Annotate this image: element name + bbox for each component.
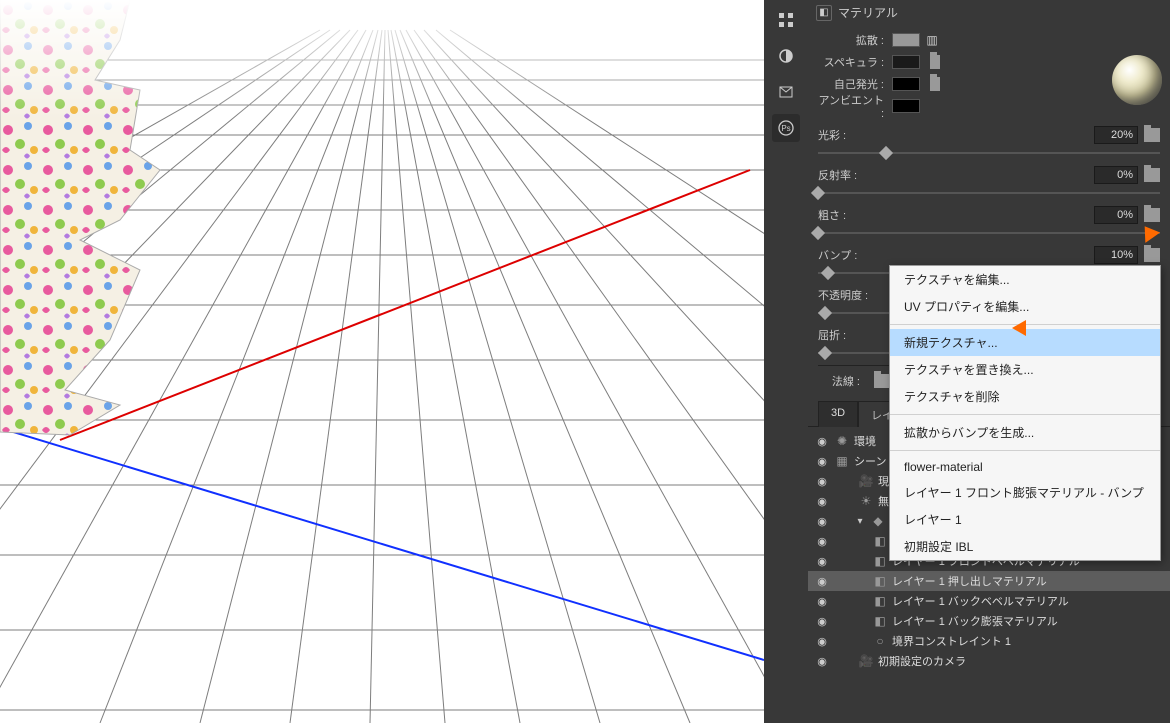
emissive-texture-icon[interactable] <box>924 76 940 92</box>
roughness-value[interactable]: 0% <box>1094 206 1138 224</box>
shine-folder-icon[interactable] <box>1144 128 1160 142</box>
twisty-icon[interactable]: ▾ <box>854 516 866 527</box>
material-node-icon: ◧ <box>872 534 888 548</box>
diffuse-label: 拡散 : <box>818 32 888 48</box>
reflection-label: 反射率 : <box>818 167 857 183</box>
diffuse-texture-icon[interactable]: ▥ <box>924 32 940 48</box>
scene-label: シーン <box>854 453 886 469</box>
menu-separator <box>890 450 1160 451</box>
ambient-swatch[interactable] <box>892 99 920 113</box>
visibility-toggle[interactable]: ◉ <box>814 455 830 468</box>
env-icon: ✺ <box>834 434 850 448</box>
normal-label: 法線 : <box>818 373 864 389</box>
visibility-toggle[interactable]: ◉ <box>814 615 830 628</box>
roughness-folder-icon[interactable] <box>1144 208 1160 222</box>
material-preview-sphere[interactable] <box>1112 55 1162 105</box>
roughness-label: 粗さ : <box>818 207 846 223</box>
menu-item-default-ibl[interactable]: 初期設定 IBL <box>890 533 1160 560</box>
visibility-toggle[interactable]: ◉ <box>814 595 830 608</box>
camera-icon: 🎥 <box>858 654 874 668</box>
visibility-toggle[interactable]: ◉ <box>814 555 830 568</box>
mode-icon-1[interactable] <box>772 6 800 34</box>
menu-separator <box>890 414 1160 415</box>
material-icon: ◧ <box>816 5 832 21</box>
visibility-toggle[interactable]: ◉ <box>814 655 830 668</box>
visibility-toggle[interactable]: ◉ <box>814 535 830 548</box>
roughness-slider[interactable] <box>818 227 1160 239</box>
material-node-icon: ◧ <box>872 594 888 608</box>
normal-folder-icon[interactable] <box>874 374 890 388</box>
visibility-toggle[interactable]: ◉ <box>814 475 830 488</box>
env-label: 環境 <box>854 433 876 449</box>
tree-item-back-bevel[interactable]: ◉ ◧ レイヤー 1 バックベベルマテリアル <box>808 591 1170 611</box>
material-node-icon: ◧ <box>872 574 888 588</box>
specular-swatch[interactable] <box>892 55 920 69</box>
tab-3d[interactable]: 3D <box>818 401 858 427</box>
material-header: ◧ マテリアル <box>808 0 1170 25</box>
mode-icon-2[interactable] <box>772 42 800 70</box>
visibility-toggle[interactable]: ◉ <box>814 495 830 508</box>
menu-item-flower-material[interactable]: flower-material <box>890 455 1160 479</box>
tree-item-default-camera[interactable]: ◉ 🎥 初期設定のカメラ <box>808 651 1170 671</box>
camera-icon: 🎥 <box>858 474 874 488</box>
specular-texture-icon[interactable] <box>924 54 940 70</box>
ambient-label: アンビエント : <box>818 92 888 120</box>
mesh-icon: ◆ <box>870 514 886 528</box>
material-node-icon: ◧ <box>872 614 888 628</box>
tree-item-back-inflate[interactable]: ◉ ◧ レイヤー 1 バック膨張マテリアル <box>808 611 1170 631</box>
diffuse-swatch[interactable] <box>892 33 920 47</box>
tree-item-boundary[interactable]: ◉ ○ 境界コンストレイント 1 <box>808 631 1170 651</box>
panel-mode-strip: Ps <box>764 0 808 723</box>
menu-item-edit-texture[interactable]: テクスチャを編集... <box>890 266 1160 293</box>
bump-label: バンプ : <box>818 247 857 263</box>
emissive-label: 自己発光 : <box>818 76 888 92</box>
bump-value[interactable]: 10% <box>1094 246 1138 264</box>
tree-item-extrusion[interactable]: ◉ ◧ レイヤー 1 押し出しマテリアル <box>808 571 1170 591</box>
menu-item-generate-bump[interactable]: 拡散からバンプを生成... <box>890 419 1160 446</box>
material-title: マテリアル <box>838 4 898 21</box>
svg-text:Ps: Ps <box>781 124 790 133</box>
mode-icon-3[interactable] <box>772 78 800 106</box>
menu-item-remove-texture[interactable]: テクスチャを削除 <box>890 383 1160 410</box>
annotation-arrow-bump-folder <box>1140 223 1170 259</box>
bump-context-menu: テクスチャを編集... UV プロパティを編集... 新規テクスチャ... テク… <box>889 265 1161 561</box>
menu-item-edit-uv[interactable]: UV プロパティを編集... <box>890 293 1160 320</box>
scene-icon: ▦ <box>834 454 850 468</box>
shine-label: 光彩 : <box>818 127 846 143</box>
shine-value[interactable]: 20% <box>1094 126 1138 144</box>
shine-slider[interactable] <box>818 147 1160 159</box>
menu-item-layer1[interactable]: レイヤー 1 <box>890 506 1160 533</box>
refraction-label: 屈折 : <box>818 327 846 343</box>
constraint-icon: ○ <box>872 634 888 648</box>
reflection-slider[interactable] <box>818 187 1160 199</box>
viewport-3d[interactable] <box>0 0 764 723</box>
menu-item-layer-front-bump[interactable]: レイヤー 1 フロント膨張マテリアル - バンプ <box>890 479 1160 506</box>
emissive-swatch[interactable] <box>892 77 920 91</box>
annotation-arrow-new-texture <box>1012 317 1052 339</box>
visibility-toggle[interactable]: ◉ <box>814 515 830 528</box>
visibility-toggle[interactable]: ◉ <box>814 575 830 588</box>
material-node-icon: ◧ <box>872 554 888 568</box>
mode-icon-4[interactable]: Ps <box>772 114 800 142</box>
light-icon: ☀ <box>858 494 874 508</box>
menu-item-replace-texture[interactable]: テクスチャを置き換え... <box>890 356 1160 383</box>
visibility-toggle[interactable]: ◉ <box>814 635 830 648</box>
reflection-value[interactable]: 0% <box>1094 166 1138 184</box>
opacity-label: 不透明度 : <box>818 287 868 303</box>
specular-label: スペキュラ : <box>818 54 888 70</box>
visibility-toggle[interactable]: ◉ <box>814 435 830 448</box>
reflection-folder-icon[interactable] <box>1144 168 1160 182</box>
